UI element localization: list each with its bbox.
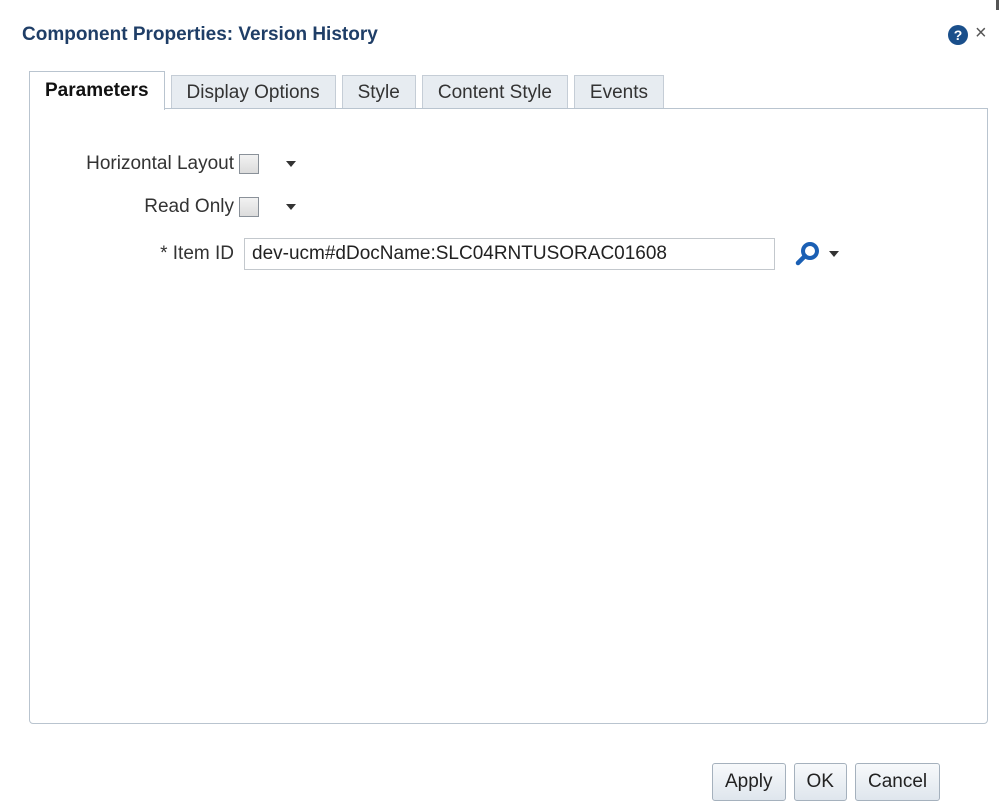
component-properties-dialog: Component Properties: Version History ? … — [0, 0, 1003, 811]
item-id-row: * Item ID — [52, 238, 839, 270]
help-icon[interactable]: ? — [948, 25, 968, 45]
ok-button[interactable]: OK — [793, 763, 847, 801]
read-only-dropdown-icon[interactable] — [286, 204, 296, 210]
tab-content-style[interactable]: Content Style — [421, 75, 568, 109]
tab-parameters[interactable]: Parameters — [29, 71, 165, 110]
read-only-row: Read Only — [52, 196, 296, 218]
tab-style[interactable]: Style — [341, 75, 416, 109]
parameters-panel: Horizontal Layout Read Only * Item ID — [29, 108, 988, 724]
item-id-input[interactable] — [244, 238, 775, 270]
horizontal-layout-row: Horizontal Layout — [52, 153, 296, 175]
horizontal-layout-label: Horizontal Layout — [86, 153, 234, 174]
dialog-buttons: Apply OK Cancel — [704, 763, 941, 801]
tab-events[interactable]: Events — [573, 75, 665, 109]
apply-button[interactable]: Apply — [712, 763, 786, 801]
horizontal-layout-checkbox[interactable] — [239, 154, 259, 174]
cancel-button[interactable]: Cancel — [854, 763, 941, 801]
search-icon[interactable] — [795, 241, 821, 267]
window-edge-marker — [996, 0, 999, 10]
item-id-dropdown-icon[interactable] — [829, 251, 839, 257]
close-icon[interactable]: × — [975, 21, 987, 45]
read-only-checkbox[interactable] — [239, 197, 259, 217]
read-only-label: Read Only — [144, 196, 234, 217]
dialog-title: Component Properties: Version History — [22, 24, 378, 45]
horizontal-layout-dropdown-icon[interactable] — [286, 161, 296, 167]
tab-display-options[interactable]: Display Options — [170, 75, 336, 109]
item-id-label: * Item ID — [160, 243, 234, 264]
tab-bar: Parameters Display Options Style Content… — [29, 71, 670, 110]
